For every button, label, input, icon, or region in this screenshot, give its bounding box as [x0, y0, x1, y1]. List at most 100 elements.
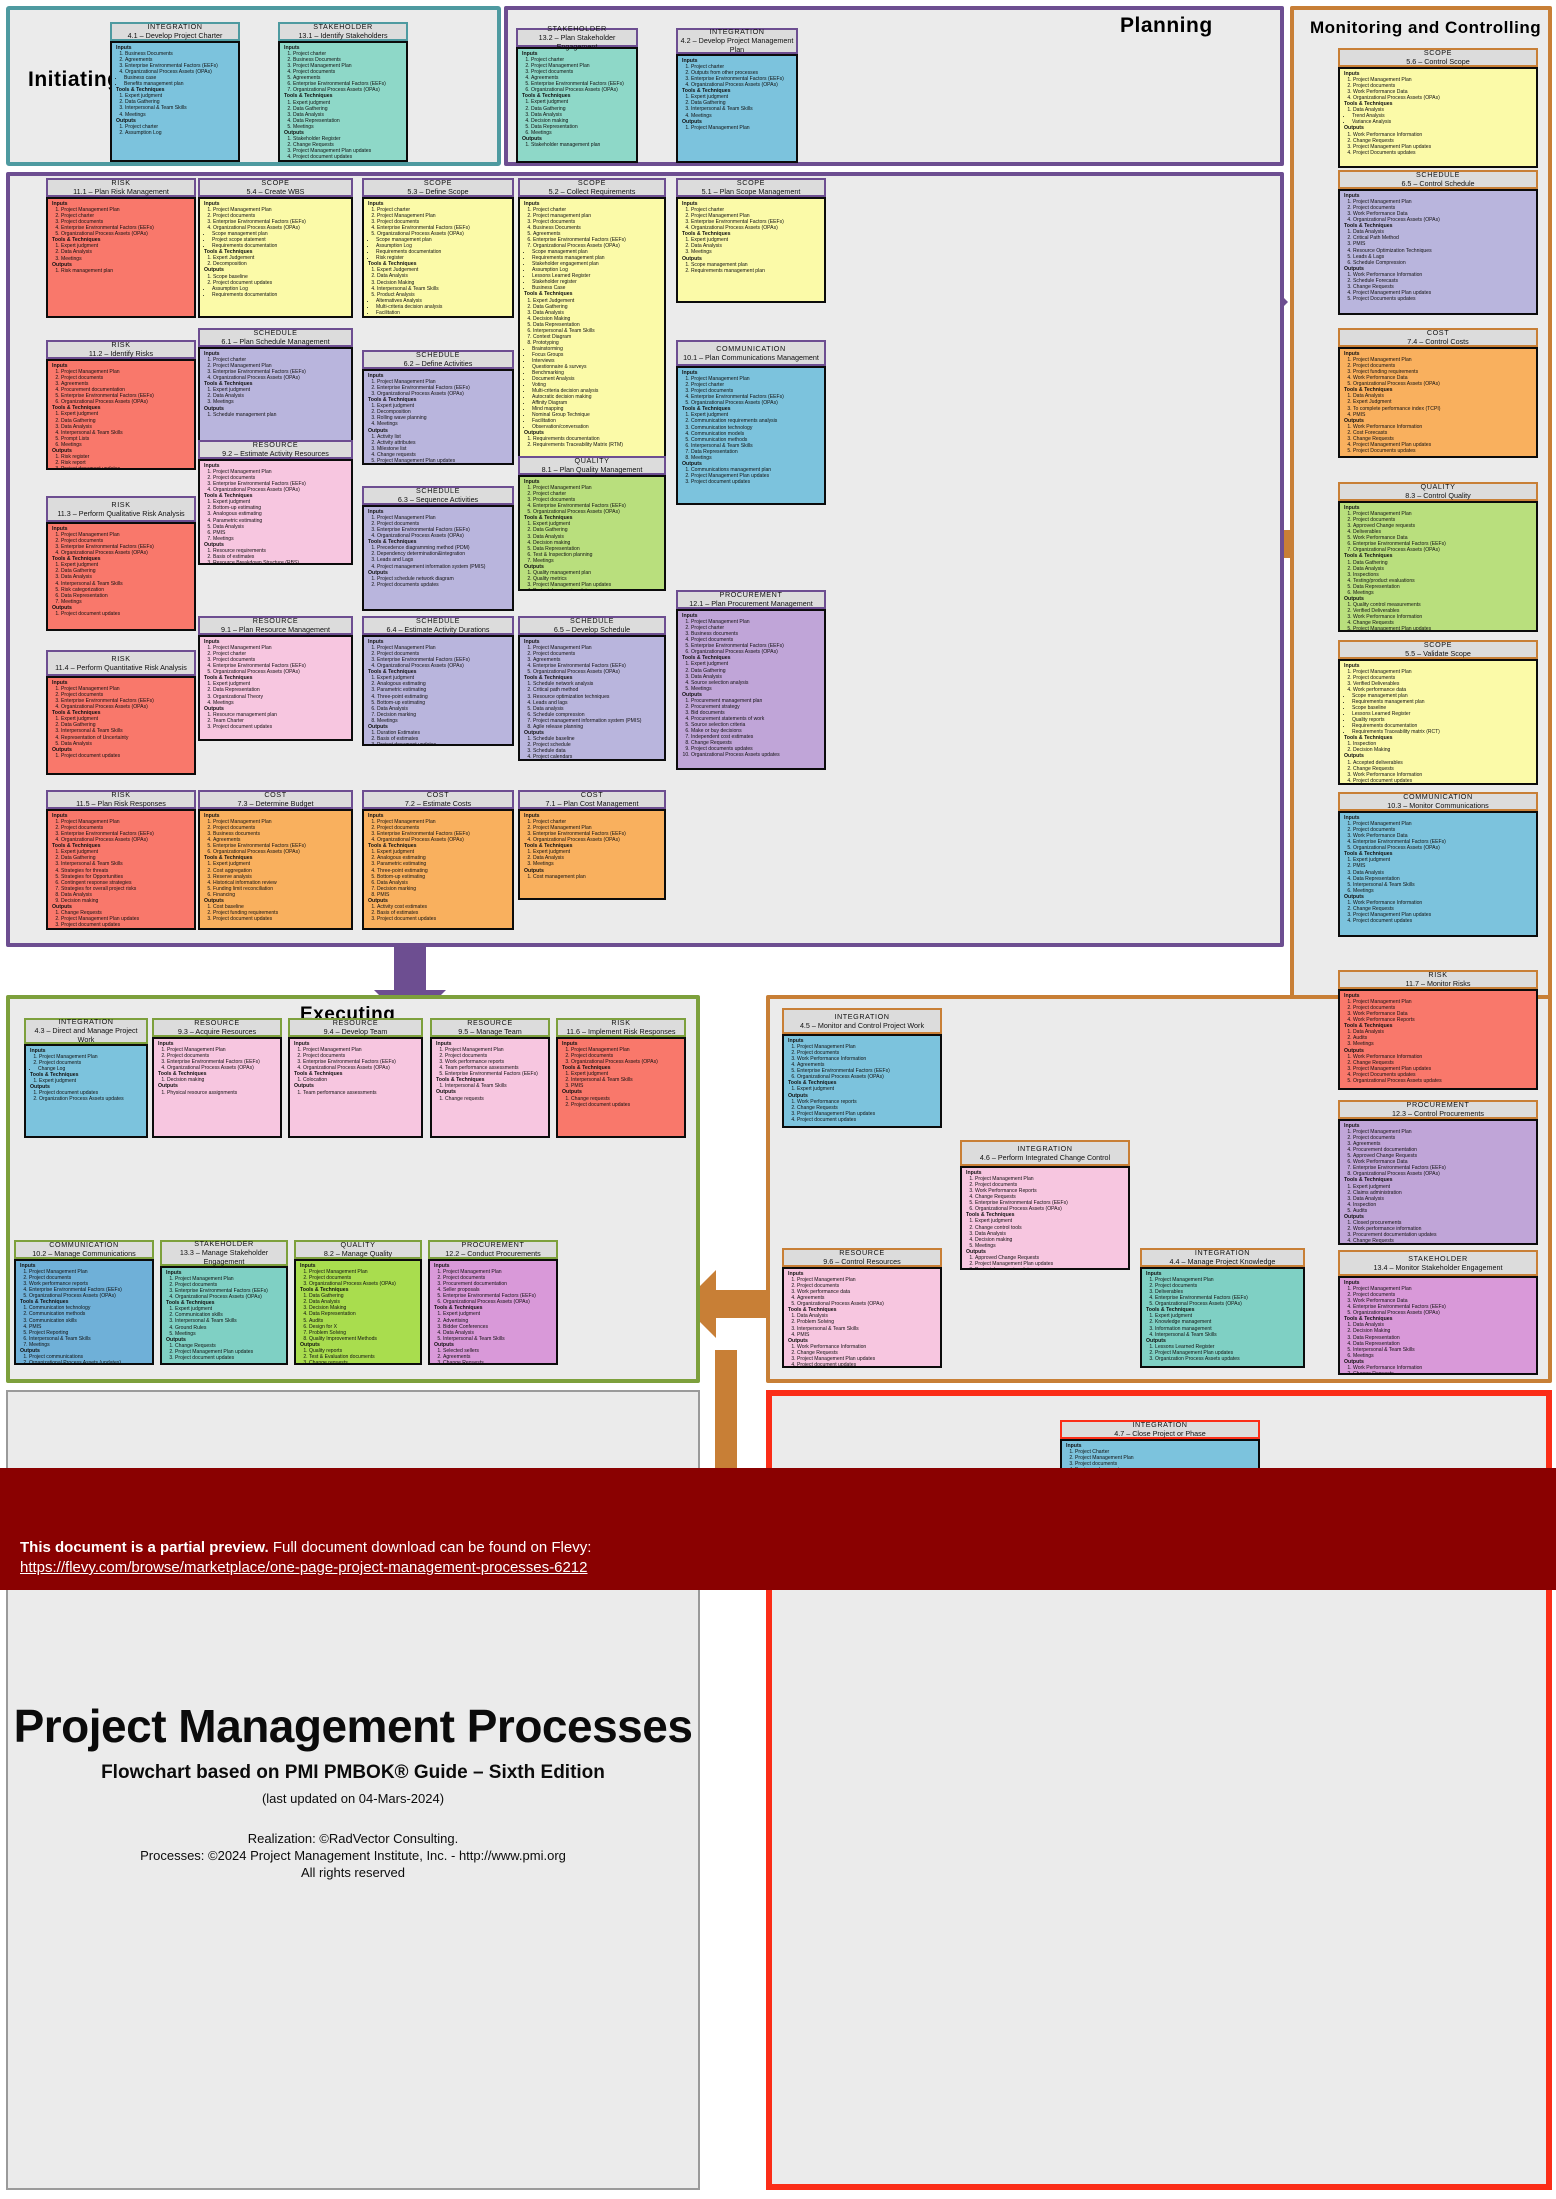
tools-list: Expert judgmentData GatheringInterperson…: [691, 94, 793, 118]
inputs-list: Project charterBusiness DocumentsProject…: [293, 51, 403, 93]
list-item: Organizational Process Assets updates: [1353, 1078, 1533, 1084]
process-box-p73[interactable]: COST7.3 – Determine BudgetInputsProject …: [198, 790, 353, 930]
process-box-p121[interactable]: PROCUREMENT 12.1 – Plan Procurement Manag…: [676, 590, 826, 770]
process-box-p45[interactable]: INTEGRATION 4.5 – Monitor and Control Pro…: [782, 1008, 942, 1128]
process-box-p65[interactable]: SCHEDULE6.5 – Develop ScheduleInputsProj…: [518, 616, 666, 761]
tools-list: Communication technologyCommunication me…: [29, 1305, 149, 1347]
process-body: InputsProject Management PlanProject doc…: [782, 1267, 942, 1368]
process-box-p72[interactable]: COST7.2 – Estimate CostsInputsProject Ma…: [362, 790, 514, 930]
tools-list: Expert judgmentCommunication skillsInter…: [175, 1306, 283, 1336]
preview-link[interactable]: https://flevy.com/browse/marketplace/one…: [20, 1559, 1556, 1576]
process-box-p63[interactable]: SCHEDULE6.3 – Sequence ActivitiesInputsP…: [362, 486, 514, 611]
process-box-p102[interactable]: COMMUNICATION 10.2 – Manage Communication…: [14, 1240, 154, 1365]
process-box-p113[interactable]: RISK 11.3 – Perform Qualitative Risk Anal…: [46, 496, 196, 631]
process-box-p74[interactable]: COST7.4 – Control CostsInputsProject Man…: [1338, 328, 1538, 458]
process-header: RESOURCE 9.4 – Develop Team: [288, 1018, 423, 1037]
inputs-list: Project Management PlanProject documents…: [797, 1044, 937, 1080]
process-header: SCHEDULE 6.2 – Define Activities: [362, 350, 514, 369]
process-body: InputsProject Management PlanProject doc…: [46, 359, 196, 470]
process-box-p42[interactable]: INTEGRATION 4.2 – Develop Project Managem…: [676, 27, 798, 163]
list-item: Project document updates: [61, 611, 191, 617]
process-box-p62[interactable]: SCHEDULE6.2 – Define ActivitiesInputsPro…: [362, 350, 514, 465]
section-outputs: Outputs: [368, 316, 509, 317]
outputs-list: Change requestsProject document updates: [571, 1096, 681, 1108]
process-box-p46[interactable]: INTEGRATION 4.6 – Perform Integrated Chan…: [960, 1140, 1130, 1270]
process-box-p54[interactable]: SCOPE5.4 – Create WBSInputsProject Manag…: [198, 178, 353, 318]
process-box-p94[interactable]: RESOURCE9.4 – Develop TeamInputsProject …: [288, 1018, 423, 1138]
process-box-p55[interactable]: SCOPE5.5 – Validate ScopeInputsProject M…: [1338, 640, 1538, 785]
process-name: 4.2 – Develop Project Management Plan: [680, 36, 794, 54]
process-box-p132[interactable]: STAKEHOLDER 13.2 – Plan Stakeholder Engag…: [516, 24, 638, 163]
last-updated: (last updated on 04-Mars-2024): [261, 1791, 445, 1806]
process-box-p103[interactable]: COMMUNICATION 10.3 – Monitor Communicatio…: [1338, 792, 1538, 937]
process-box-p52[interactable]: SCOPE5.2 – Collect RequirementsInputsPro…: [518, 178, 666, 488]
process-box-p82[interactable]: QUALITY8.2 – Manage QualityInputsProject…: [294, 1240, 422, 1365]
inputs-list: Project Management PlanProject documents…: [213, 819, 348, 855]
process-discipline: COMMUNICATION: [716, 343, 786, 353]
list-item: Change requests: [533, 760, 661, 761]
process-header: COST 7.1 – Plan Cost Management: [518, 790, 666, 809]
outputs-list: Work Performance InformationChange Reque…: [797, 1344, 937, 1366]
process-box-p81[interactable]: QUALITY 8.1 – Plan Quality Management Inpu…: [518, 456, 666, 591]
process-box-p56[interactable]: SCOPE5.6 – Control ScopeInputsProject Ma…: [1338, 48, 1538, 168]
process-box-p91[interactable]: RESOURCE 9.1 – Plan Resource Management In…: [198, 616, 353, 741]
process-box-p655[interactable]: SCHEDULE6.5 – Control ScheduleInputsProj…: [1338, 170, 1538, 315]
process-box-p131[interactable]: STAKEHOLDER 13.1 – Identify Stakeholders I…: [278, 22, 408, 162]
process-box-p92[interactable]: RESOURCE 9.2 – Estimate Activity Resource…: [198, 440, 353, 565]
process-discipline: SCOPE: [1423, 640, 1453, 649]
process-name: 10.1 – Plan Communications Management: [683, 352, 819, 362]
process-box-p71[interactable]: COST7.1 – Plan Cost ManagementInputsProj…: [518, 790, 666, 900]
process-box-p51[interactable]: SCOPE5.1 – Plan Scope ManagementInputsPr…: [676, 178, 826, 303]
process-name: 11.4 – Perform Quantitative Risk Analysi…: [55, 662, 187, 672]
process-name: 11.3 – Perform Qualitative Risk Analysis: [57, 508, 185, 518]
process-box-p122[interactable]: PROCUREMENT 12.2 – Conduct Procurements In…: [428, 1240, 558, 1365]
process-box-p95[interactable]: RESOURCE9.5 – Manage TeamInputsProject M…: [430, 1018, 550, 1138]
outputs-list: Work Performance reportsChange RequestsP…: [797, 1099, 937, 1123]
inputs-list: Project Management PlanProject documents…: [29, 1269, 149, 1299]
process-box-p114[interactable]: RISK 11.4 – Perform Quantitative Risk Ana…: [46, 650, 196, 775]
inputs-list: Project Management PlanProject documents…: [61, 369, 191, 405]
inputs-list: Project charterProject Management PlanPr…: [377, 207, 509, 237]
process-box-p112[interactable]: RISK11.2 – Identify RisksInputsProject M…: [46, 340, 196, 470]
list-item: Project document updates: [213, 916, 348, 922]
process-header: INTEGRATION 4.4 – Manage Project Knowledg…: [1140, 1248, 1305, 1267]
process-body: InputsProject Management PlanProject cha…: [198, 635, 353, 741]
outputs-list: Activity listActivity attributesMileston…: [377, 434, 509, 463]
process-box-p93[interactable]: RESOURCE9.3 – Acquire ResourcesInputsPro…: [152, 1018, 282, 1138]
process-discipline: SCOPE: [577, 178, 607, 187]
outputs-list: Resource management planTeam CharterProj…: [213, 712, 348, 730]
credits: Realization: ©RadVector Consulting. Proc…: [140, 1830, 566, 1881]
process-name: 5.2 – Collect Requirements: [548, 187, 636, 196]
process-box-p123[interactable]: PROCUREMENT 12.3 – Control Procurements In…: [1338, 1100, 1538, 1245]
process-box-p83[interactable]: QUALITY8.3 – Control QualityInputsProjec…: [1338, 482, 1538, 632]
process-box-p61[interactable]: SCHEDULE 6.1 – Plan Schedule Management In…: [198, 328, 353, 448]
process-box-p96[interactable]: RESOURCE9.6 – Control ResourcesInputsPro…: [782, 1248, 942, 1368]
process-box-p133[interactable]: STAKEHOLDER 13.3 – Manage Stakeholder Eng…: [160, 1239, 288, 1365]
list-item: Project document updates: [691, 479, 821, 485]
process-box-p116[interactable]: RISK 11.6 – Implement Risk Responses Input…: [556, 1018, 686, 1138]
process-name: 13.4 – Monitor Stakeholder Engagement: [1373, 1262, 1503, 1272]
process-box-p101[interactable]: COMMUNICATION 10.1 – Plan Communications …: [676, 340, 826, 505]
process-box-p134[interactable]: STAKEHOLDER 13.4 – Monitor Stakeholder En…: [1338, 1250, 1538, 1375]
inputs-list: Project Management PlanProject documents…: [377, 819, 509, 843]
process-box-p53[interactable]: SCOPE5.3 – Define ScopeInputsProject cha…: [362, 178, 514, 318]
process-body: InputsProject Management PlanProject cha…: [676, 366, 826, 505]
process-box-p41[interactable]: INTEGRATION 4.1 – Develop Project Charter…: [110, 22, 240, 162]
outputs-list: Quality management planQuality metricsPr…: [533, 570, 661, 589]
tools-list: Data AnalysisAuditsMeetings: [1353, 1029, 1533, 1047]
process-box-p64[interactable]: SCHEDULE 6.4 – Estimate Activity Duration…: [362, 616, 514, 746]
process-box-p117[interactable]: RISK11.7 – Monitor RisksInputsProject Ma…: [1338, 970, 1538, 1090]
process-box-p115[interactable]: RISK11.5 – Plan Risk ResponsesInputsProj…: [46, 790, 196, 930]
list-item: Project document updates: [1353, 918, 1533, 924]
process-header: COST 7.2 – Estimate Costs: [362, 790, 514, 809]
process-discipline: INTEGRATION: [1132, 1420, 1188, 1429]
tools-list: Expert judgmentData AnalysisMeetings: [61, 243, 191, 261]
inputs-list: Project charterProject Management PlanEn…: [691, 207, 821, 231]
process-discipline: RISK: [111, 178, 131, 187]
outputs-list: Scope baselineProject document updates: [213, 274, 348, 286]
process-header: SCHEDULE 6.5 – Control Schedule: [1338, 170, 1538, 189]
process-box-p111[interactable]: RISK11.1 – Plan Risk ManagementInputsPro…: [46, 178, 196, 318]
process-box-p44[interactable]: INTEGRATION 4.4 – Manage Project Knowledg…: [1140, 1248, 1305, 1368]
process-box-p43[interactable]: INTEGRATION 4.3 – Direct and Manage Proje…: [24, 1017, 148, 1138]
process-name: 8.1 – Plan Quality Management: [541, 465, 643, 474]
